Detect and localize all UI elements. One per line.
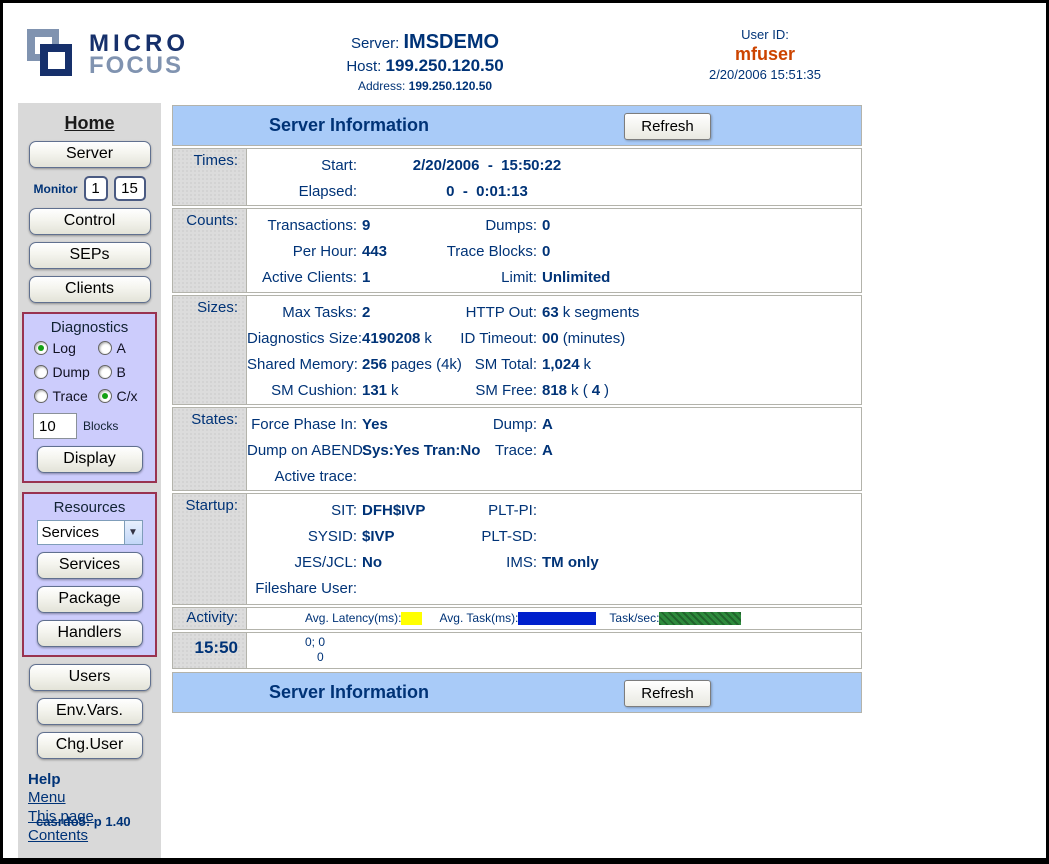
- activity-row: Activity: Avg. Latency(ms): Avg. Task(ms…: [172, 607, 862, 630]
- resources-select-value: Services: [38, 524, 124, 541]
- times-label: Times:: [173, 149, 247, 205]
- seps-button[interactable]: SEPs: [29, 242, 151, 269]
- server-label: Server:: [351, 35, 399, 52]
- elapsed-label: Elapsed:: [247, 179, 357, 205]
- server-button[interactable]: Server: [29, 141, 151, 168]
- times-row: Times: Start: 2/20/2006 - 15:50:22 Elaps…: [172, 148, 862, 206]
- history-row: 15:50 0; 0 0: [172, 632, 862, 669]
- task-sec-legend-label: Task/sec:: [609, 611, 659, 625]
- radio-b-icon[interactable]: [98, 365, 112, 379]
- resources-box: Resources Services ▼ Services Package Ha…: [22, 492, 157, 657]
- task-sec-swatch: [659, 612, 741, 625]
- history-values-line2: 0: [317, 650, 861, 665]
- package-button[interactable]: Package: [37, 586, 143, 613]
- logo-text-focus: FOCUS: [89, 55, 189, 77]
- states-label: States:: [173, 408, 247, 490]
- start-label: Start:: [247, 153, 357, 179]
- footer-title: Server Information: [269, 682, 429, 703]
- monitor-label: Monitor: [34, 182, 78, 196]
- micro-focus-logo: MICRO FOCUS: [27, 27, 189, 83]
- history-time: 15:50: [173, 633, 247, 668]
- user-id-value: mfuser: [645, 44, 885, 65]
- blocks-label: Blocks: [83, 419, 118, 433]
- resources-select[interactable]: Services ▼: [37, 520, 143, 545]
- home-link[interactable]: Home: [18, 113, 161, 134]
- users-button[interactable]: Users: [29, 664, 151, 691]
- server-identity: Server: IMSDEMO Host: 199.250.120.50 Add…: [280, 31, 570, 93]
- sidebar: Home Server Monitor Control SEPs Clients…: [18, 103, 161, 859]
- page-header: MICRO FOCUS Server: IMSDEMO Host: 199.25…: [3, 3, 1046, 103]
- diagnostics-radios: Log A Dump B Trace C/x: [27, 340, 152, 404]
- radio-dump[interactable]: Dump: [34, 364, 98, 380]
- radio-a-icon[interactable]: [98, 341, 112, 355]
- help-link-menu[interactable]: Menu: [28, 788, 161, 807]
- diagnostics-title: Diagnostics: [27, 319, 152, 336]
- micro-focus-logo-icon: [27, 27, 79, 83]
- start-value: 2/20/2006 - 15:50:22: [357, 153, 617, 179]
- counts-row: Counts: Transactions: 9 Dumps: 0 Per Hou…: [172, 208, 862, 293]
- footer-refresh-button[interactable]: Refresh: [624, 680, 711, 707]
- envvars-button[interactable]: Env.Vars.: [37, 698, 143, 725]
- radio-cx-icon[interactable]: [98, 389, 112, 403]
- radio-trace-icon[interactable]: [34, 389, 48, 403]
- main-content: Server Information Refresh Times: Start:…: [172, 105, 862, 713]
- server-information-footer: Server Information Refresh: [172, 672, 862, 713]
- radio-b[interactable]: B: [98, 364, 146, 380]
- states-row: States: Force Phase In: Yes Dump: A Dump…: [172, 407, 862, 491]
- radio-a[interactable]: A: [98, 340, 146, 356]
- history-values-line1: 0; 0: [305, 635, 861, 650]
- counts-label: Counts:: [173, 209, 247, 292]
- task-ms-swatch: [518, 612, 596, 625]
- host-value: 199.250.120.50: [386, 56, 504, 75]
- diagnostics-box: Diagnostics Log A Dump B Trace: [22, 312, 157, 483]
- display-button[interactable]: Display: [37, 446, 143, 473]
- user-identity: User ID: mfuser 2/20/2006 15:51:35: [645, 27, 885, 82]
- control-button[interactable]: Control: [29, 208, 151, 235]
- server-information-header: Server Information Refresh: [172, 105, 862, 146]
- clients-button[interactable]: Clients: [29, 276, 151, 303]
- activity-label: Activity:: [173, 608, 247, 629]
- host-label: Host:: [346, 58, 381, 75]
- address-value: 199.250.120.50: [409, 79, 492, 93]
- server-name: IMSDEMO: [403, 31, 499, 53]
- latency-swatch: [401, 612, 422, 625]
- sizes-row: Sizes: Max Tasks: 2 HTTP Out: 63k segmen…: [172, 295, 862, 405]
- startup-row: Startup: SIT: DFH$IVP PLT-PI: SYSID: $IV…: [172, 493, 862, 605]
- monitor-count-input[interactable]: [114, 176, 146, 201]
- sizes-label: Sizes:: [173, 296, 247, 404]
- handlers-button[interactable]: Handlers: [37, 620, 143, 647]
- radio-cx[interactable]: C/x: [98, 388, 146, 404]
- page-title: Server Information: [269, 115, 429, 136]
- blocks-input[interactable]: [33, 413, 77, 439]
- radio-log[interactable]: Log: [34, 340, 98, 356]
- help-section: Help Menu This page Contents: [28, 771, 161, 845]
- monitor-interval-input[interactable]: [84, 176, 108, 201]
- monitor-controls: Monitor: [18, 176, 161, 201]
- radio-trace[interactable]: Trace: [34, 388, 98, 404]
- elapsed-value: 0 - 0:01:13: [357, 179, 617, 205]
- help-title: Help: [28, 771, 161, 788]
- session-datetime: 2/20/2006 15:51:35: [645, 67, 885, 82]
- radio-dump-icon[interactable]: [34, 365, 48, 379]
- version-text: casrdo5: p 1.40: [36, 814, 131, 829]
- resources-title: Resources: [27, 499, 152, 516]
- address-label: Address:: [358, 79, 405, 93]
- task-ms-legend-label: Avg. Task(ms):: [439, 611, 518, 625]
- services-button[interactable]: Services: [37, 552, 143, 579]
- startup-label: Startup:: [173, 494, 247, 604]
- chevron-down-icon[interactable]: ▼: [124, 521, 142, 544]
- user-id-label: User ID:: [645, 27, 885, 42]
- radio-log-icon[interactable]: [34, 341, 48, 355]
- admin-page: MICRO FOCUS Server: IMSDEMO Host: 199.25…: [0, 0, 1049, 864]
- chguser-button[interactable]: Chg.User: [37, 732, 143, 759]
- latency-legend-label: Avg. Latency(ms):: [305, 611, 401, 625]
- refresh-button[interactable]: Refresh: [624, 113, 711, 140]
